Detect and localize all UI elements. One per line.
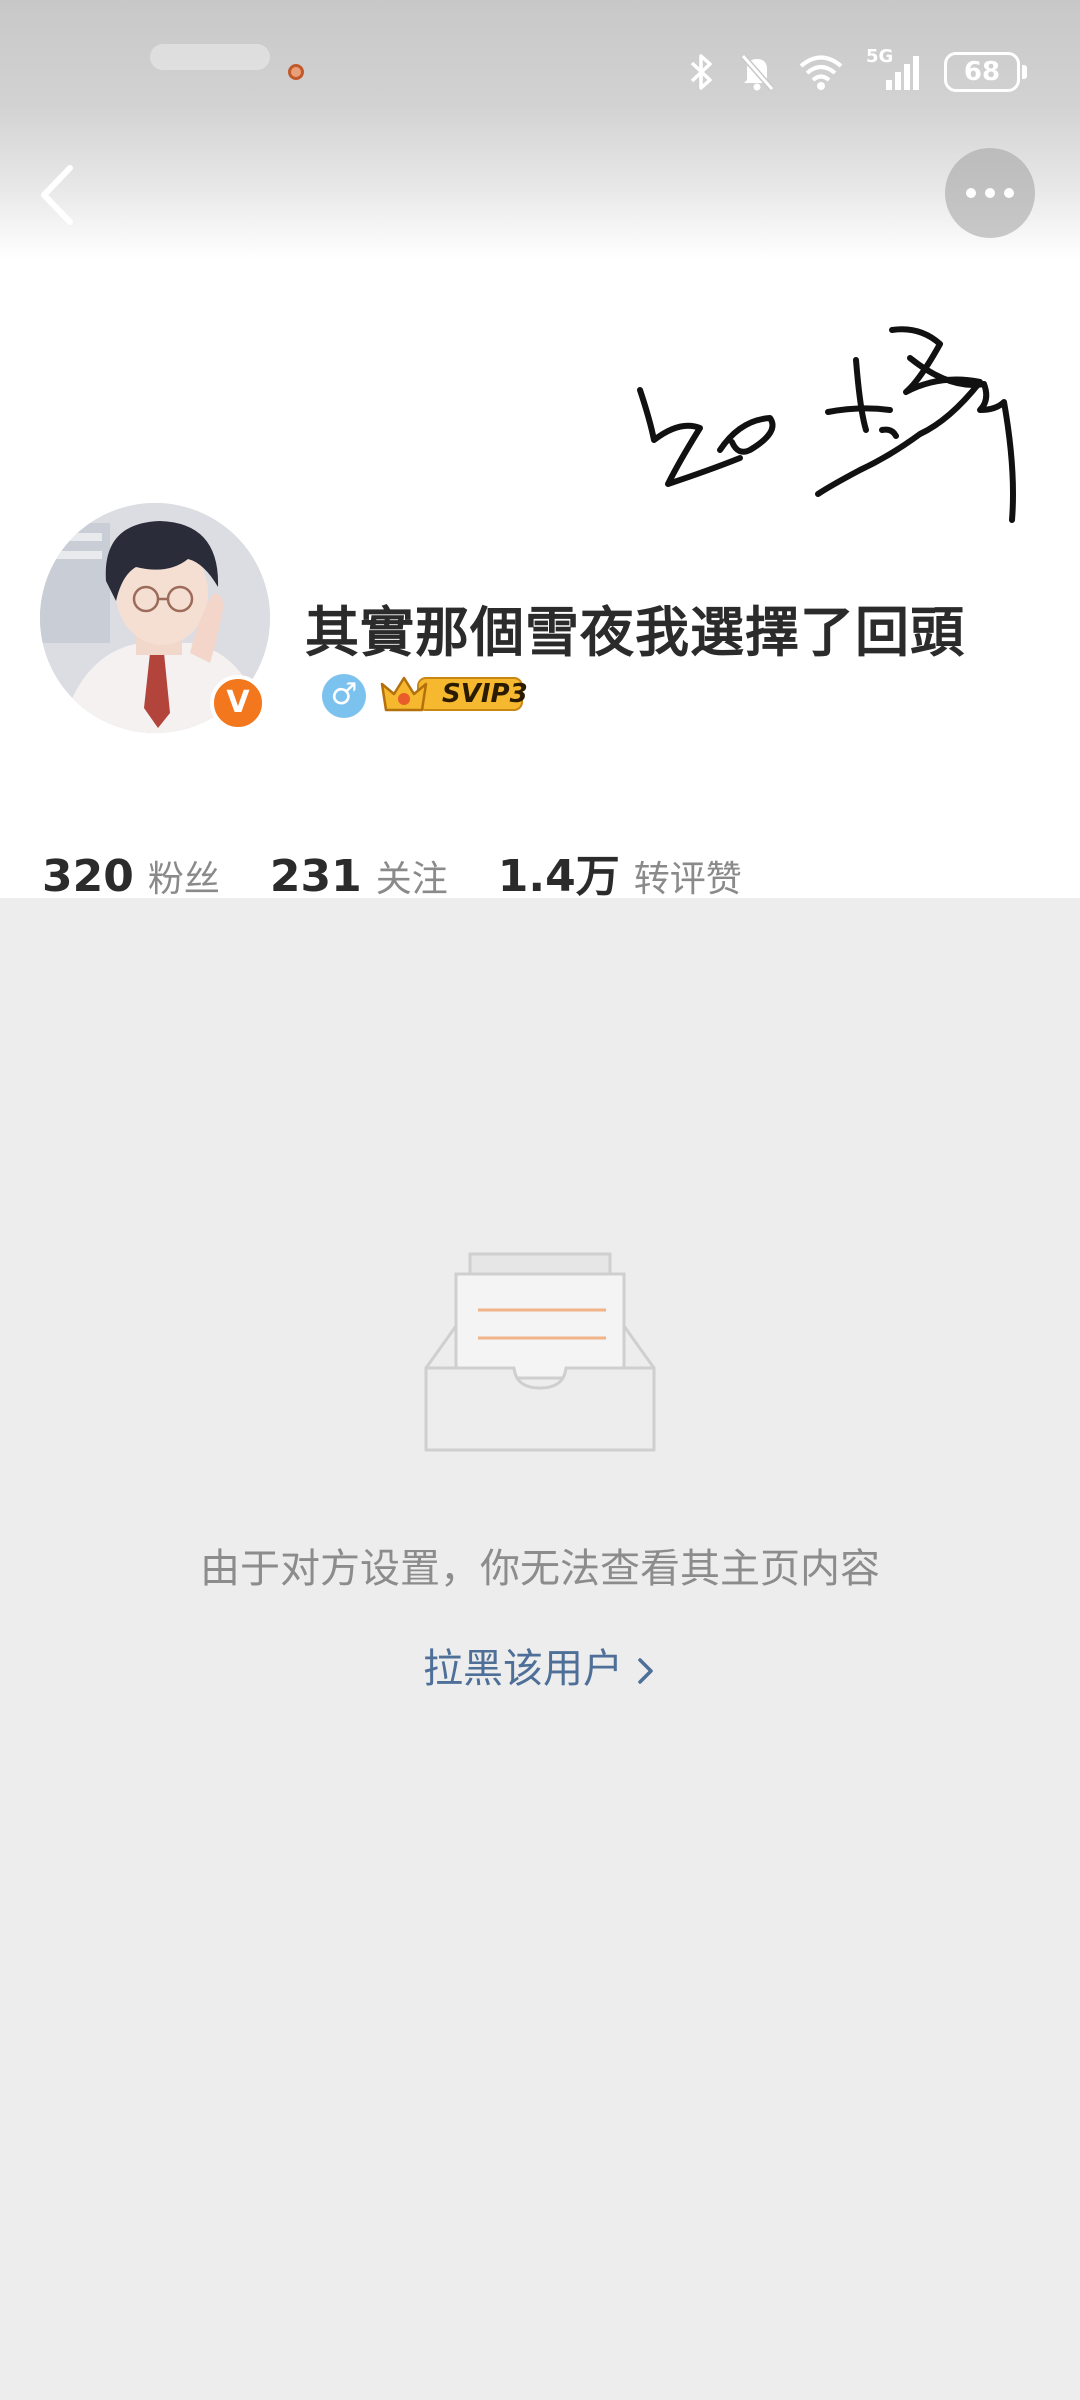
profile-page: 5G 68 V 其實那個雪夜我選擇了回頭 ♂ SVIP3 320 粉丝 231 … xyxy=(0,0,1080,2400)
status-icons: 5G 68 xyxy=(688,46,1027,96)
block-user-link[interactable]: 拉黑该用户 xyxy=(0,1636,1080,1694)
followers-label: 粉丝 xyxy=(147,859,220,900)
followers-stat[interactable]: 320 粉丝 xyxy=(42,850,220,902)
interactions-count: 1.4万 xyxy=(497,851,620,902)
wifi-icon xyxy=(799,55,843,90)
male-gender-icon: ♂ xyxy=(322,674,366,718)
more-options-button[interactable] xyxy=(945,148,1035,238)
interactions-stat[interactable]: 1.4万 转评赞 xyxy=(498,840,742,904)
bluetooth-icon xyxy=(690,54,712,90)
svip-label: SVIP3 xyxy=(442,679,528,709)
following-stat[interactable]: 231 关注 xyxy=(270,850,448,902)
mute-bell-icon xyxy=(740,54,775,91)
private-profile-message: 由于对方设置，你无法查看其主页内容 xyxy=(200,1546,880,1592)
battery-icon: 68 xyxy=(944,52,1027,92)
chevron-left-icon xyxy=(41,165,73,225)
following-label: 关注 xyxy=(375,859,448,900)
svip-badge[interactable]: SVIP3 xyxy=(378,672,528,718)
followers-count: 320 xyxy=(42,851,134,902)
signal-icon: 5G xyxy=(866,46,922,92)
empty-inbox-icon xyxy=(424,1252,656,1452)
interactions-label: 转评赞 xyxy=(633,859,742,900)
status-bar: 5G 68 xyxy=(0,0,1080,140)
status-notifications xyxy=(150,44,270,70)
chevron-right-icon xyxy=(638,1658,653,1684)
following-count: 231 xyxy=(269,851,362,902)
more-dots-icon xyxy=(966,188,976,198)
verified-badge-icon: V xyxy=(210,675,266,731)
profile-nickname: 其實那個雪夜我選擇了回頭 xyxy=(305,601,965,664)
profile-stats: 320 粉丝 231 关注 1.4万 转评赞 xyxy=(42,840,792,904)
profile-header: 5G 68 V 其實那個雪夜我選擇了回頭 ♂ SVIP3 320 粉丝 231 … xyxy=(0,0,1080,902)
signature-image xyxy=(637,326,1016,523)
battery-level: 68 xyxy=(963,57,1001,87)
notification-app-icon xyxy=(288,64,304,80)
back-button[interactable] xyxy=(30,160,90,230)
block-user-label: 拉黑该用户 xyxy=(423,1646,623,1692)
